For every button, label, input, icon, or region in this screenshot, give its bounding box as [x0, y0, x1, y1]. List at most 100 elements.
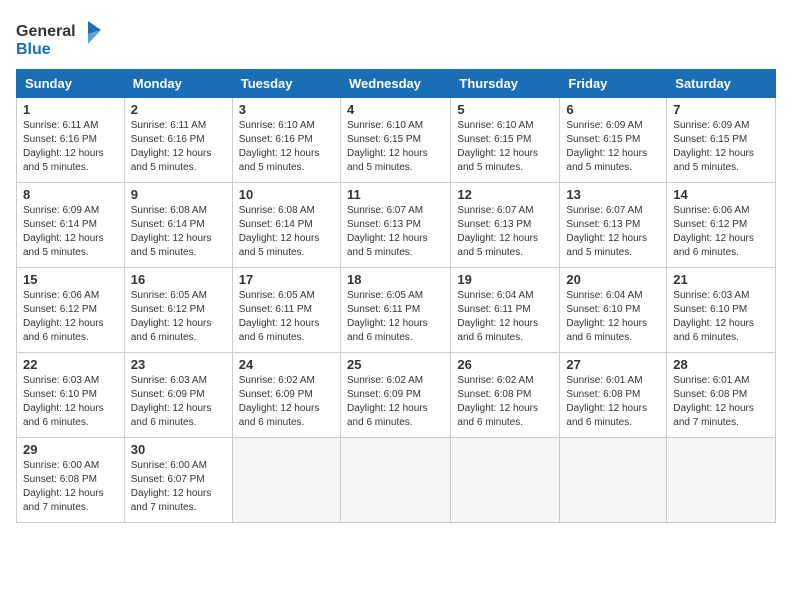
- empty-cell: [667, 438, 776, 523]
- day-info: Sunrise: 6:02 AMSunset: 6:09 PMDaylight:…: [347, 374, 444, 430]
- day-header-monday: Monday: [124, 70, 232, 98]
- day-header-tuesday: Tuesday: [232, 70, 340, 98]
- day-number: 22: [23, 357, 118, 372]
- day-info: Sunrise: 6:10 AMSunset: 6:15 PMDaylight:…: [457, 119, 553, 175]
- empty-cell: [451, 438, 560, 523]
- day-info: Sunrise: 6:02 AMSunset: 6:09 PMDaylight:…: [239, 374, 334, 430]
- day-info: Sunrise: 6:09 AMSunset: 6:15 PMDaylight:…: [566, 119, 660, 175]
- day-info: Sunrise: 6:06 AMSunset: 6:12 PMDaylight:…: [23, 289, 118, 345]
- day-cell-5: 5Sunrise: 6:10 AMSunset: 6:15 PMDaylight…: [451, 98, 560, 183]
- day-number: 24: [239, 357, 334, 372]
- day-info: Sunrise: 6:11 AMSunset: 6:16 PMDaylight:…: [23, 119, 118, 175]
- day-info: Sunrise: 6:03 AMSunset: 6:10 PMDaylight:…: [23, 374, 118, 430]
- day-number: 25: [347, 357, 444, 372]
- day-cell-13: 13Sunrise: 6:07 AMSunset: 6:13 PMDayligh…: [560, 183, 667, 268]
- week-row-2: 8 Sunrise: 6:09 AMSunset: 6:14 PMDaylight…: [17, 183, 776, 268]
- day-info: Sunrise: 6:08 AMSunset: 6:14 PMDaylight:…: [131, 204, 226, 260]
- calendar-table: SundayMondayTuesdayWednesdayThursdayFrid…: [16, 69, 776, 523]
- day-info: Sunrise: 6:00 AMSunset: 6:08 PMDaylight:…: [23, 459, 118, 515]
- day-cell-23: 23 Sunrise: 6:03 AMSunset: 6:09 PMDayligh…: [124, 353, 232, 438]
- day-info: Sunrise: 6:05 AMSunset: 6:12 PMDaylight:…: [131, 289, 226, 345]
- day-number: 11: [347, 187, 444, 202]
- day-info: Sunrise: 6:10 AMSunset: 6:15 PMDaylight:…: [347, 119, 444, 175]
- day-cell-4: 4 Sunrise: 6:10 AMSunset: 6:15 PMDaylight…: [340, 98, 450, 183]
- day-cell-11: 11 Sunrise: 6:07 AMSunset: 6:13 PMDayligh…: [340, 183, 450, 268]
- day-number: 26: [457, 357, 553, 372]
- day-number: 17: [239, 272, 334, 287]
- empty-cell: [560, 438, 667, 523]
- week-row-3: 15 Sunrise: 6:06 AMSunset: 6:12 PMDayligh…: [17, 268, 776, 353]
- day-number: 14: [673, 187, 769, 202]
- svg-text:Blue: Blue: [16, 41, 51, 58]
- day-cell-30: 30 Sunrise: 6:00 AMSunset: 6:07 PMDayligh…: [124, 438, 232, 523]
- day-number: 1: [23, 102, 118, 117]
- svg-text:General: General: [16, 23, 76, 40]
- day-info: Sunrise: 6:05 AMSunset: 6:11 PMDaylight:…: [347, 289, 444, 345]
- day-number: 23: [131, 357, 226, 372]
- day-number: 28: [673, 357, 769, 372]
- page-header: GeneralBlue: [16, 16, 776, 61]
- day-number: 12: [457, 187, 553, 202]
- day-cell-2: 2 Sunrise: 6:11 AMSunset: 6:16 PMDaylight…: [124, 98, 232, 183]
- day-cell-10: 10Sunrise: 6:08 AMSunset: 6:14 PMDayligh…: [232, 183, 340, 268]
- day-cell-20: 20Sunrise: 6:04 AMSunset: 6:10 PMDayligh…: [560, 268, 667, 353]
- day-cell-18: 18 Sunrise: 6:05 AMSunset: 6:11 PMDayligh…: [340, 268, 450, 353]
- day-cell-15: 15 Sunrise: 6:06 AMSunset: 6:12 PMDayligh…: [17, 268, 125, 353]
- day-number: 7: [673, 102, 769, 117]
- day-header-friday: Friday: [560, 70, 667, 98]
- day-cell-1: 1 Sunrise: 6:11 AMSunset: 6:16 PMDaylight…: [17, 98, 125, 183]
- day-info: Sunrise: 6:05 AMSunset: 6:11 PMDaylight:…: [239, 289, 334, 345]
- day-number: 16: [131, 272, 226, 287]
- day-cell-16: 16 Sunrise: 6:05 AMSunset: 6:12 PMDayligh…: [124, 268, 232, 353]
- day-info: Sunrise: 6:03 AMSunset: 6:09 PMDaylight:…: [131, 374, 226, 430]
- day-info: Sunrise: 6:01 AMSunset: 6:08 PMDaylight:…: [566, 374, 660, 430]
- day-cell-22: 22 Sunrise: 6:03 AMSunset: 6:10 PMDayligh…: [17, 353, 125, 438]
- day-number: 27: [566, 357, 660, 372]
- day-info: Sunrise: 6:02 AMSunset: 6:08 PMDaylight:…: [457, 374, 553, 430]
- day-cell-21: 21 Sunrise: 6:03 AMSunset: 6:10 PMDayligh…: [667, 268, 776, 353]
- day-info: Sunrise: 6:00 AMSunset: 6:07 PMDaylight:…: [131, 459, 226, 515]
- day-cell-6: 6 Sunrise: 6:09 AMSunset: 6:15 PMDaylight…: [560, 98, 667, 183]
- day-info: Sunrise: 6:07 AMSunset: 6:13 PMDaylight:…: [347, 204, 444, 260]
- day-info: Sunrise: 6:04 AMSunset: 6:10 PMDaylight:…: [566, 289, 660, 345]
- day-info: Sunrise: 6:08 AMSunset: 6:14 PMDaylight:…: [239, 204, 334, 260]
- day-cell-14: 14 Sunrise: 6:06 AMSunset: 6:12 PMDayligh…: [667, 183, 776, 268]
- day-cell-12: 12 Sunrise: 6:07 AMSunset: 6:13 PMDayligh…: [451, 183, 560, 268]
- day-info: Sunrise: 6:10 AMSunset: 6:16 PMDaylight:…: [239, 119, 334, 175]
- day-number: 21: [673, 272, 769, 287]
- day-info: Sunrise: 6:01 AMSunset: 6:08 PMDaylight:…: [673, 374, 769, 430]
- day-header-thursday: Thursday: [451, 70, 560, 98]
- day-info: Sunrise: 6:09 AMSunset: 6:14 PMDaylight:…: [23, 204, 118, 260]
- week-row-4: 22 Sunrise: 6:03 AMSunset: 6:10 PMDayligh…: [17, 353, 776, 438]
- day-cell-24: 24 Sunrise: 6:02 AMSunset: 6:09 PMDayligh…: [232, 353, 340, 438]
- logo-svg: GeneralBlue: [16, 16, 106, 61]
- day-info: Sunrise: 6:07 AMSunset: 6:13 PMDaylight:…: [457, 204, 553, 260]
- day-header-sunday: Sunday: [17, 70, 125, 98]
- header-row: SundayMondayTuesdayWednesdayThursdayFrid…: [17, 70, 776, 98]
- week-row-1: 1 Sunrise: 6:11 AMSunset: 6:16 PMDaylight…: [17, 98, 776, 183]
- day-cell-28: 28 Sunrise: 6:01 AMSunset: 6:08 PMDayligh…: [667, 353, 776, 438]
- day-number: 3: [239, 102, 334, 117]
- day-info: Sunrise: 6:09 AMSunset: 6:15 PMDaylight:…: [673, 119, 769, 175]
- day-number: 30: [131, 442, 226, 457]
- day-cell-17: 17 Sunrise: 6:05 AMSunset: 6:11 PMDayligh…: [232, 268, 340, 353]
- day-number: 8: [23, 187, 118, 202]
- day-cell-19: 19Sunrise: 6:04 AMSunset: 6:11 PMDayligh…: [451, 268, 560, 353]
- empty-cell: [232, 438, 340, 523]
- day-info: Sunrise: 6:11 AMSunset: 6:16 PMDaylight:…: [131, 119, 226, 175]
- day-number: 2: [131, 102, 226, 117]
- day-cell-29: 29Sunrise: 6:00 AMSunset: 6:08 PMDayligh…: [17, 438, 125, 523]
- day-number: 19: [457, 272, 553, 287]
- day-cell-27: 27 Sunrise: 6:01 AMSunset: 6:08 PMDayligh…: [560, 353, 667, 438]
- week-row-5: 29Sunrise: 6:00 AMSunset: 6:08 PMDayligh…: [17, 438, 776, 523]
- day-info: Sunrise: 6:06 AMSunset: 6:12 PMDaylight:…: [673, 204, 769, 260]
- day-info: Sunrise: 6:07 AMSunset: 6:13 PMDaylight:…: [566, 204, 660, 260]
- day-number: 4: [347, 102, 444, 117]
- day-number: 6: [566, 102, 660, 117]
- empty-cell: [340, 438, 450, 523]
- day-cell-3: 3 Sunrise: 6:10 AMSunset: 6:16 PMDaylight…: [232, 98, 340, 183]
- day-cell-9: 9Sunrise: 6:08 AMSunset: 6:14 PMDaylight…: [124, 183, 232, 268]
- day-number: 15: [23, 272, 118, 287]
- day-info: Sunrise: 6:03 AMSunset: 6:10 PMDaylight:…: [673, 289, 769, 345]
- day-number: 18: [347, 272, 444, 287]
